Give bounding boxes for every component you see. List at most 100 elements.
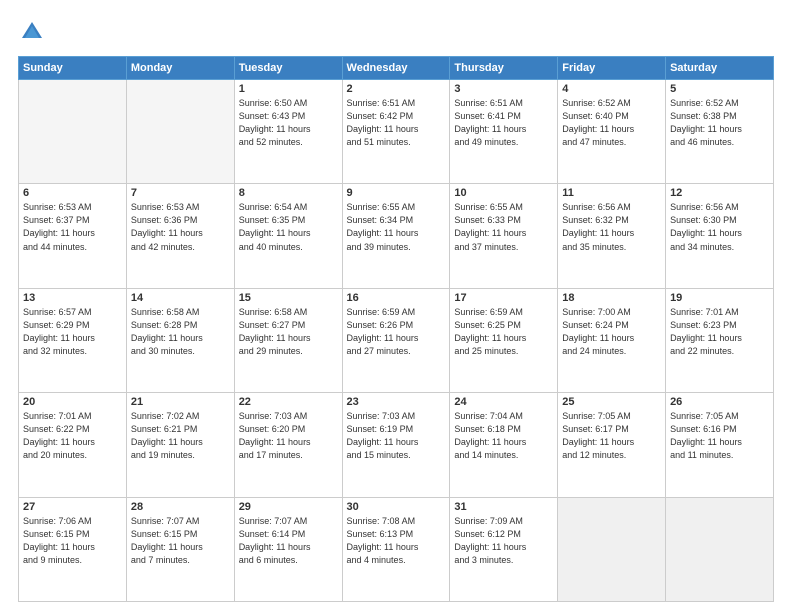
- day-info: Sunrise: 6:55 AM Sunset: 6:34 PM Dayligh…: [347, 201, 446, 253]
- day-info: Sunrise: 7:07 AM Sunset: 6:14 PM Dayligh…: [239, 515, 338, 567]
- logo-icon: [18, 18, 46, 46]
- calendar-header-row: SundayMondayTuesdayWednesdayThursdayFrid…: [19, 57, 774, 80]
- calendar-cell: 24Sunrise: 7:04 AM Sunset: 6:18 PM Dayli…: [450, 393, 558, 497]
- calendar-week-row: 13 Sunrise: 6:57 AM Sunset: 6:29 PM Dayli…: [19, 288, 774, 392]
- calendar-cell: 8 Sunrise: 6:54 AM Sunset: 6:35 PM Daylig…: [234, 184, 342, 288]
- calendar-cell: 18 Sunrise: 7:00 AM Sunset: 6:24 PM Dayli…: [558, 288, 666, 392]
- day-info: Sunrise: 6:50 AM Sunset: 6:43 PM Dayligh…: [239, 97, 338, 149]
- day-number: 30: [347, 501, 446, 513]
- day-info: Sunrise: 7:02 AM Sunset: 6:21 PM Dayligh…: [131, 410, 230, 462]
- calendar-cell: 30 Sunrise: 7:08 AM Sunset: 6:13 PM Dayli…: [342, 497, 450, 601]
- day-number: 26: [670, 396, 769, 408]
- calendar-cell: 31 Sunrise: 7:09 AM Sunset: 6:12 PM Dayli…: [450, 497, 558, 601]
- header-thursday: Thursday: [450, 57, 558, 80]
- day-number: 20: [23, 396, 122, 408]
- day-info: Sunrise: 7:03 AM Sunset: 6:20 PM Dayligh…: [239, 410, 338, 462]
- calendar-cell: 3 Sunrise: 6:51 AM Sunset: 6:41 PM Daylig…: [450, 80, 558, 184]
- day-number: 25: [562, 396, 661, 408]
- day-number: 4: [562, 83, 661, 95]
- day-number: 1: [239, 83, 338, 95]
- calendar-week-row: 1 Sunrise: 6:50 AM Sunset: 6:43 PM Daylig…: [19, 80, 774, 184]
- day-info: Sunrise: 6:51 AM Sunset: 6:41 PM Dayligh…: [454, 97, 553, 149]
- day-info: Sunrise: 6:58 AM Sunset: 6:27 PM Dayligh…: [239, 306, 338, 358]
- calendar-cell: 17 Sunrise: 6:59 AM Sunset: 6:25 PM Dayli…: [450, 288, 558, 392]
- day-number: 9: [347, 187, 446, 199]
- day-info: Sunrise: 6:54 AM Sunset: 6:35 PM Dayligh…: [239, 201, 338, 253]
- calendar-week-row: 6Sunrise: 6:53 AM Sunset: 6:37 PM Daylig…: [19, 184, 774, 288]
- header: [18, 18, 774, 46]
- day-number: 14: [131, 292, 230, 304]
- calendar-cell: 7 Sunrise: 6:53 AM Sunset: 6:36 PM Daylig…: [126, 184, 234, 288]
- day-info: Sunrise: 6:57 AM Sunset: 6:29 PM Dayligh…: [23, 306, 122, 358]
- day-number: 5: [670, 83, 769, 95]
- calendar-cell: [19, 80, 127, 184]
- day-info: Sunrise: 7:04 AM Sunset: 6:18 PM Dayligh…: [454, 410, 553, 462]
- day-info: Sunrise: 7:00 AM Sunset: 6:24 PM Dayligh…: [562, 306, 661, 358]
- day-number: 3: [454, 83, 553, 95]
- calendar-cell: 22Sunrise: 7:03 AM Sunset: 6:20 PM Dayli…: [234, 393, 342, 497]
- day-info: Sunrise: 7:05 AM Sunset: 6:16 PM Dayligh…: [670, 410, 769, 462]
- calendar-cell: 5 Sunrise: 6:52 AM Sunset: 6:38 PM Daylig…: [666, 80, 774, 184]
- header-wednesday: Wednesday: [342, 57, 450, 80]
- day-number: 27: [23, 501, 122, 513]
- calendar-cell: 6Sunrise: 6:53 AM Sunset: 6:37 PM Daylig…: [19, 184, 127, 288]
- day-info: Sunrise: 7:05 AM Sunset: 6:17 PM Dayligh…: [562, 410, 661, 462]
- day-number: 13: [23, 292, 122, 304]
- day-number: 16: [347, 292, 446, 304]
- day-info: Sunrise: 6:52 AM Sunset: 6:38 PM Dayligh…: [670, 97, 769, 149]
- header-sunday: Sunday: [19, 57, 127, 80]
- calendar-table: SundayMondayTuesdayWednesdayThursdayFrid…: [18, 56, 774, 602]
- calendar-cell: 21Sunrise: 7:02 AM Sunset: 6:21 PM Dayli…: [126, 393, 234, 497]
- day-info: Sunrise: 6:59 AM Sunset: 6:26 PM Dayligh…: [347, 306, 446, 358]
- calendar-cell: 29 Sunrise: 7:07 AM Sunset: 6:14 PM Dayli…: [234, 497, 342, 601]
- calendar-cell: 14Sunrise: 6:58 AM Sunset: 6:28 PM Dayli…: [126, 288, 234, 392]
- calendar-week-row: 27 Sunrise: 7:06 AM Sunset: 6:15 PM Dayli…: [19, 497, 774, 601]
- calendar-cell: 9 Sunrise: 6:55 AM Sunset: 6:34 PM Daylig…: [342, 184, 450, 288]
- day-number: 29: [239, 501, 338, 513]
- logo: [18, 18, 50, 46]
- calendar-cell: 19Sunrise: 7:01 AM Sunset: 6:23 PM Dayli…: [666, 288, 774, 392]
- day-info: Sunrise: 6:53 AM Sunset: 6:36 PM Dayligh…: [131, 201, 230, 253]
- day-info: Sunrise: 7:06 AM Sunset: 6:15 PM Dayligh…: [23, 515, 122, 567]
- day-info: Sunrise: 6:52 AM Sunset: 6:40 PM Dayligh…: [562, 97, 661, 149]
- calendar-cell: 20 Sunrise: 7:01 AM Sunset: 6:22 PM Dayli…: [19, 393, 127, 497]
- day-number: 10: [454, 187, 553, 199]
- calendar-cell: 1 Sunrise: 6:50 AM Sunset: 6:43 PM Daylig…: [234, 80, 342, 184]
- calendar-cell: [126, 80, 234, 184]
- calendar-cell: 28 Sunrise: 7:07 AM Sunset: 6:15 PM Dayli…: [126, 497, 234, 601]
- header-saturday: Saturday: [666, 57, 774, 80]
- calendar-cell: 13 Sunrise: 6:57 AM Sunset: 6:29 PM Dayli…: [19, 288, 127, 392]
- day-info: Sunrise: 7:01 AM Sunset: 6:23 PM Dayligh…: [670, 306, 769, 358]
- day-info: Sunrise: 7:03 AM Sunset: 6:19 PM Dayligh…: [347, 410, 446, 462]
- day-number: 2: [347, 83, 446, 95]
- day-number: 15: [239, 292, 338, 304]
- calendar-cell: 4 Sunrise: 6:52 AM Sunset: 6:40 PM Daylig…: [558, 80, 666, 184]
- day-info: Sunrise: 7:08 AM Sunset: 6:13 PM Dayligh…: [347, 515, 446, 567]
- day-info: Sunrise: 7:01 AM Sunset: 6:22 PM Dayligh…: [23, 410, 122, 462]
- calendar-cell: 26 Sunrise: 7:05 AM Sunset: 6:16 PM Dayli…: [666, 393, 774, 497]
- header-friday: Friday: [558, 57, 666, 80]
- page: SundayMondayTuesdayWednesdayThursdayFrid…: [0, 0, 792, 612]
- calendar-cell: 10 Sunrise: 6:55 AM Sunset: 6:33 PM Dayli…: [450, 184, 558, 288]
- day-number: 23: [347, 396, 446, 408]
- calendar-cell: 11Sunrise: 6:56 AM Sunset: 6:32 PM Dayli…: [558, 184, 666, 288]
- calendar-cell: [558, 497, 666, 601]
- day-info: Sunrise: 6:53 AM Sunset: 6:37 PM Dayligh…: [23, 201, 122, 253]
- day-info: Sunrise: 6:56 AM Sunset: 6:30 PM Dayligh…: [670, 201, 769, 253]
- calendar-cell: 2Sunrise: 6:51 AM Sunset: 6:42 PM Daylig…: [342, 80, 450, 184]
- day-number: 8: [239, 187, 338, 199]
- calendar-cell: 25 Sunrise: 7:05 AM Sunset: 6:17 PM Dayli…: [558, 393, 666, 497]
- day-number: 7: [131, 187, 230, 199]
- day-number: 12: [670, 187, 769, 199]
- header-tuesday: Tuesday: [234, 57, 342, 80]
- header-monday: Monday: [126, 57, 234, 80]
- day-info: Sunrise: 7:09 AM Sunset: 6:12 PM Dayligh…: [454, 515, 553, 567]
- day-info: Sunrise: 6:55 AM Sunset: 6:33 PM Dayligh…: [454, 201, 553, 253]
- day-info: Sunrise: 6:56 AM Sunset: 6:32 PM Dayligh…: [562, 201, 661, 253]
- day-number: 31: [454, 501, 553, 513]
- day-number: 28: [131, 501, 230, 513]
- day-info: Sunrise: 7:07 AM Sunset: 6:15 PM Dayligh…: [131, 515, 230, 567]
- day-info: Sunrise: 6:59 AM Sunset: 6:25 PM Dayligh…: [454, 306, 553, 358]
- day-number: 17: [454, 292, 553, 304]
- day-number: 18: [562, 292, 661, 304]
